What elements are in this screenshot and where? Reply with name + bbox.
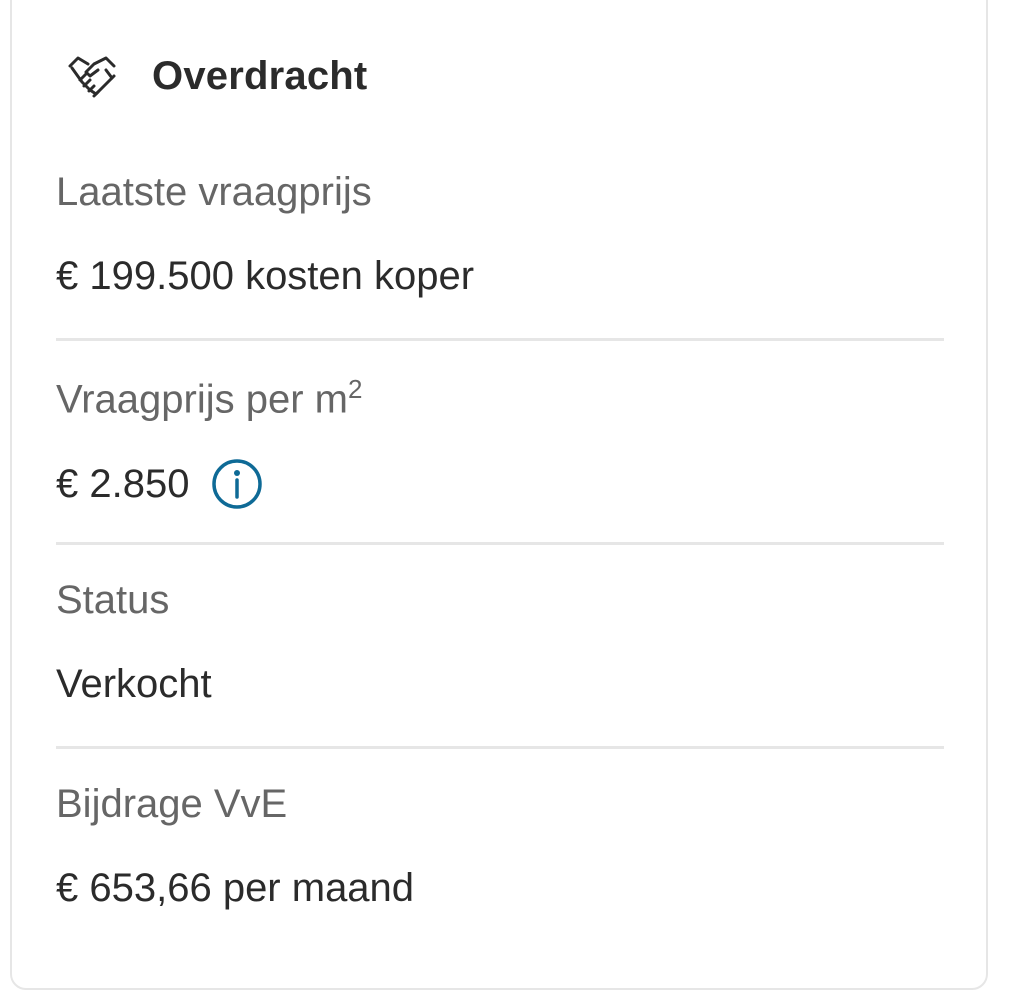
divider xyxy=(56,746,944,749)
divider xyxy=(56,542,944,545)
row-label: Vraagprijs per m2 xyxy=(56,374,362,422)
section-title: Overdracht xyxy=(152,53,368,98)
row-value-text: € 2.850 xyxy=(56,461,190,506)
handshake-icon xyxy=(64,48,120,104)
row-value: Verkocht xyxy=(56,662,212,706)
section-header: Overdracht xyxy=(64,46,367,106)
row-value: € 2.850 xyxy=(56,458,263,510)
row-value: € 653,66 per maand xyxy=(56,866,415,910)
row-label-text: Vraagprijs per m xyxy=(56,377,348,422)
info-icon[interactable] xyxy=(211,458,263,510)
row-label: Laatste vraagprijs xyxy=(56,170,372,214)
row-value: € 199.500 kosten koper xyxy=(56,254,475,298)
divider xyxy=(56,338,944,341)
row-label-sup: 2 xyxy=(347,374,363,404)
row-label: Bijdrage VvE xyxy=(56,782,288,826)
row-label: Status xyxy=(56,578,170,622)
